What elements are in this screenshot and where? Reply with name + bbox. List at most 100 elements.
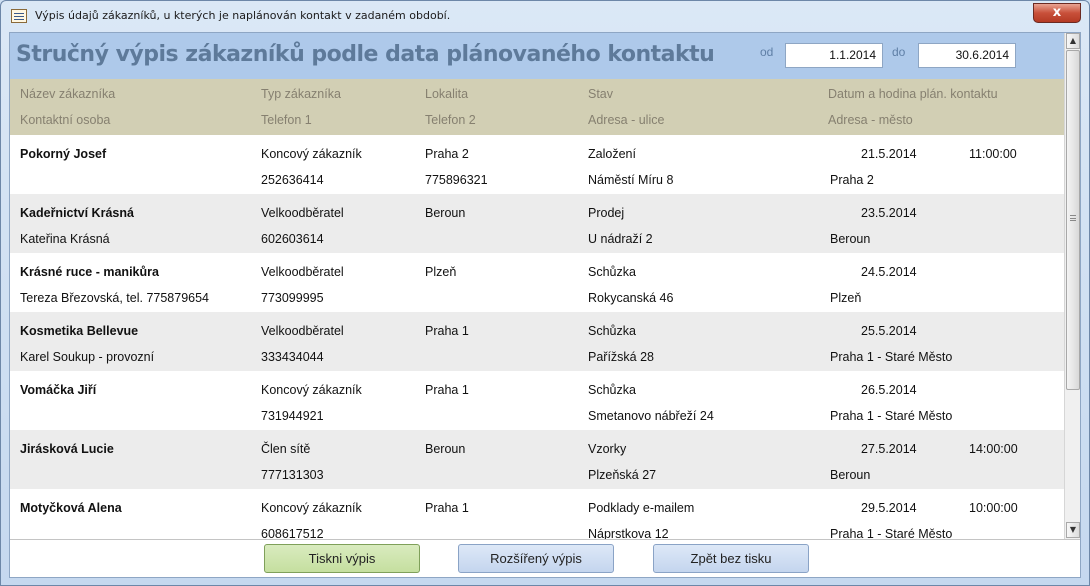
scroll-up-arrow-icon[interactable]: ▲ <box>1066 33 1080 49</box>
street: Plzeňská 27 <box>588 468 657 482</box>
phone-1: 777131303 <box>261 468 324 482</box>
city: Praha 1 - Staré Město <box>830 409 953 423</box>
locality: Plzeň <box>425 265 457 279</box>
customer-type: Velkoodběratel <box>261 324 344 338</box>
locality: Praha 1 <box>425 324 469 338</box>
record-row[interactable]: Vomáčka Jiří Koncový zákazník Praha 1 Sc… <box>10 371 1064 430</box>
scrollbar-thumb[interactable] <box>1066 50 1080 390</box>
date-to-field[interactable]: 30.6.2014 <box>918 43 1016 68</box>
window-title: Výpis údajů zákazníků, u kterých je napl… <box>35 9 451 22</box>
status: Schůzka <box>588 324 636 338</box>
phone-1: 252636414 <box>261 173 324 187</box>
customer-name: Motyčková Alena <box>20 501 122 515</box>
customer-name: Pokorný Josef <box>20 147 107 161</box>
report-title: Stručný výpis zákazníků podle data pláno… <box>16 42 715 67</box>
customer-name: Jirásková Lucie <box>20 442 114 456</box>
city: Beroun <box>830 468 871 482</box>
grip-icon <box>1070 215 1076 221</box>
status: Schůzka <box>588 265 636 279</box>
customer-type: Koncový zákazník <box>261 147 362 161</box>
locality: Praha 1 <box>425 383 469 397</box>
contact-date: 26.5.2014 <box>861 383 917 397</box>
phone-1: 333434044 <box>261 350 324 364</box>
column-header: Název zákazníka Typ zákazníka Lokalita S… <box>10 79 1064 135</box>
city: Praha 1 - Staré Město <box>830 350 953 364</box>
col-street: Adresa - ulice <box>588 113 665 127</box>
phone-1: 602603614 <box>261 232 324 246</box>
col-customer-name: Název zákazníka <box>20 87 116 101</box>
street: Náprstkova 12 <box>588 527 669 539</box>
status: Vzorky <box>588 442 627 456</box>
contact-time: 11:00:00 <box>969 147 1017 161</box>
date-from-label: od <box>760 45 774 59</box>
status: Prodej <box>588 206 625 220</box>
col-phone-1: Telefon 1 <box>261 113 312 127</box>
contact-date: 29.5.2014 <box>861 501 917 515</box>
contact-date: 25.5.2014 <box>861 324 917 338</box>
contact-person: Tereza Březovská, tel. 775879654 <box>20 291 210 305</box>
contact-time: 10:00:00 <box>969 501 1018 515</box>
customer-name: Krásné ruce - manikůra <box>20 265 159 279</box>
city: Plzeň <box>830 291 862 305</box>
record-row[interactable]: Kosmetika Bellevue Velkoodběratel Praha … <box>10 312 1064 371</box>
contact-time: 14:00:00 <box>969 442 1018 456</box>
record-row[interactable]: Jirásková Lucie Člen sítě Beroun Vzorky … <box>10 430 1064 489</box>
col-contact-person: Kontaktní osoba <box>20 113 111 127</box>
print-report-button[interactable]: Tiskni výpis <box>264 544 420 573</box>
report-window: Výpis údajů zákazníků, u kterých je napl… <box>0 0 1090 586</box>
street: Smetanovo nábřeží 24 <box>588 409 714 423</box>
city: Praha 1 - Staré Město <box>830 527 953 539</box>
customer-type: Velkoodběratel <box>261 265 344 279</box>
col-city: Adresa - město <box>828 113 913 127</box>
contact-person: Kateřina Krásná <box>20 232 110 246</box>
vertical-scrollbar[interactable]: ▲ ▼ <box>1064 33 1080 539</box>
button-bar: Tiskni výpis Rozšířený výpis Zpět bez ti… <box>10 539 1080 577</box>
status: Schůzka <box>588 383 636 397</box>
date-to-label: do <box>892 45 906 59</box>
extended-report-button[interactable]: Rozšířený výpis <box>458 544 614 573</box>
customer-name: Vomáčka Jiří <box>20 383 97 397</box>
street: Rokycanská 46 <box>588 291 674 305</box>
contact-date: 27.5.2014 <box>861 442 917 456</box>
close-button[interactable]: x <box>1033 3 1081 23</box>
record-list: Pokorný Josef Koncový zákazník Praha 2 Z… <box>10 135 1064 539</box>
record-row[interactable]: Krásné ruce - manikůra Velkoodběratel Pl… <box>10 253 1064 312</box>
city: Beroun <box>830 232 871 246</box>
contact-person: Karel Soukup - provozní <box>20 350 155 364</box>
customer-name: Kadeřnictví Krásná <box>20 206 134 220</box>
scroll-down-arrow-icon[interactable]: ▼ <box>1066 522 1080 538</box>
col-customer-type: Typ zákazníka <box>261 87 341 101</box>
phone-1: 731944921 <box>261 409 324 423</box>
phone-1: 773099995 <box>261 291 324 305</box>
record-row[interactable]: Kadeřnictví Krásná Velkoodběratel Beroun… <box>10 194 1064 253</box>
contact-date: 21.5.2014 <box>861 147 917 161</box>
locality: Praha 1 <box>425 501 469 515</box>
col-phone-2: Telefon 2 <box>425 113 476 127</box>
record-row[interactable]: Pokorný Josef Koncový zákazník Praha 2 Z… <box>10 135 1064 194</box>
city: Praha 2 <box>830 173 874 187</box>
back-without-print-button[interactable]: Zpět bez tisku <box>653 544 809 573</box>
title-bar: Výpis údajů zákazníků, u kterých je napl… <box>1 1 1089 31</box>
customer-type: Koncový zákazník <box>261 501 362 515</box>
report-form-icon <box>11 9 27 23</box>
street: Pařížská 28 <box>588 350 655 364</box>
locality: Beroun <box>425 206 466 220</box>
customer-type: Koncový zákazník <box>261 383 362 397</box>
contact-date: 24.5.2014 <box>861 265 917 279</box>
customer-type: Člen sítě <box>261 442 311 456</box>
report-client-area: Stručný výpis zákazníků podle data pláno… <box>9 32 1081 578</box>
customer-name: Kosmetika Bellevue <box>20 324 139 338</box>
col-status: Stav <box>588 87 614 101</box>
locality: Beroun <box>425 442 466 456</box>
street: U nádraží 2 <box>588 232 653 246</box>
date-from-field[interactable]: 1.1.2014 <box>785 43 883 68</box>
locality: Praha 2 <box>425 147 469 161</box>
status: Založení <box>588 147 636 161</box>
street: Náměstí Míru 8 <box>588 173 674 187</box>
status: Podklady e-mailem <box>588 501 695 515</box>
col-planned-contact: Datum a hodina plán. kontaktu <box>828 87 998 101</box>
phone-2: 775896321 <box>425 173 488 187</box>
contact-date: 23.5.2014 <box>861 206 917 220</box>
record-row[interactable]: Motyčková Alena Koncový zákazník Praha 1… <box>10 489 1064 539</box>
customer-type: Velkoodběratel <box>261 206 344 220</box>
